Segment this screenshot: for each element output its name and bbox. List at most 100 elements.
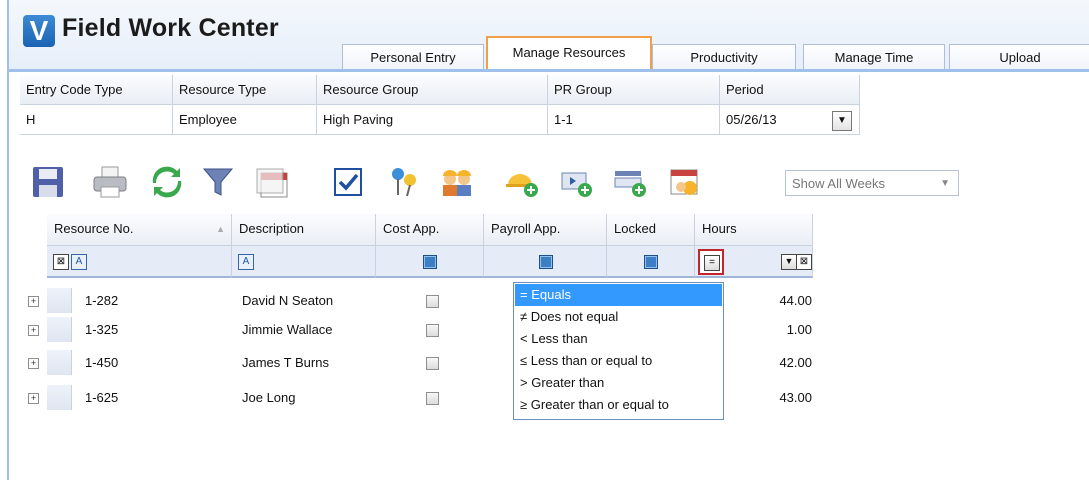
filter-clear-icon[interactable]: ⊠	[53, 254, 69, 270]
filter-cell-description[interactable]: A	[232, 246, 376, 278]
app-logo: V	[23, 15, 55, 47]
resource-type-field[interactable]: Employee	[173, 105, 317, 135]
operator-label: Less than	[531, 331, 588, 346]
description-cell: Joe Long	[242, 390, 296, 405]
filter-panel: Entry Code Type Resource Type Resource G…	[20, 75, 860, 137]
text-filter-icon[interactable]: A	[238, 254, 254, 270]
operator-symbol: ≠	[520, 309, 528, 324]
left-border	[7, 0, 9, 480]
save-icon[interactable]	[28, 160, 68, 204]
filter-cell-locked[interactable]	[607, 246, 695, 278]
expand-row-icon[interactable]: +	[28, 296, 39, 307]
filter-cell-resource-no[interactable]: ⊠ A	[47, 246, 232, 278]
column-header-resource-no[interactable]: Resource No. ▲	[47, 214, 232, 246]
tab-manage-time[interactable]: Manage Time	[803, 44, 945, 71]
resource-no-cell: 1-325	[85, 322, 119, 337]
checkbox-icon[interactable]	[328, 160, 368, 204]
refresh-icon[interactable]	[147, 160, 187, 204]
operator-label: Greater than or equal to	[530, 397, 669, 412]
filter-header-pr-group: PR Group	[548, 75, 720, 105]
operator-label: Equals	[531, 287, 571, 302]
schedule-icon[interactable]	[665, 160, 705, 204]
text-filter-icon[interactable]: A	[71, 254, 87, 270]
filter-header-period: Period	[720, 75, 860, 105]
hours-operator-button[interactable]: =	[698, 249, 724, 275]
pin-icon[interactable]	[384, 160, 424, 204]
expand-row-icon[interactable]: +	[28, 358, 39, 369]
tab-upload[interactable]: Upload	[949, 44, 1089, 71]
column-header-hours[interactable]: Hours	[695, 214, 813, 246]
show-weeks-label: Show All Weeks	[792, 176, 885, 191]
filter-checkbox[interactable]	[539, 255, 553, 269]
equals-icon: =	[704, 255, 720, 271]
app-window: V Field Work Center Personal Entry Manag…	[0, 0, 1089, 480]
row-selector[interactable]	[47, 288, 72, 313]
filter-clear-icon[interactable]: ⊠	[796, 254, 812, 270]
add-row-icon[interactable]	[610, 160, 650, 204]
tab-underline	[9, 69, 1089, 72]
description-cell: David N Seaton	[242, 293, 334, 308]
cost-app-checkbox[interactable]	[426, 392, 439, 405]
column-label: Resource No.	[54, 221, 134, 236]
add-column-icon[interactable]	[557, 160, 597, 204]
app-title: Field Work Center	[62, 14, 279, 42]
row-selector[interactable]	[47, 350, 72, 375]
pr-group-field[interactable]: 1-1	[548, 105, 720, 135]
cost-app-checkbox[interactable]	[426, 324, 439, 337]
cost-app-checkbox[interactable]	[426, 357, 439, 370]
resource-no-cell: 1-450	[85, 355, 119, 370]
calendar-icon[interactable]	[252, 160, 292, 204]
filter-icon[interactable]	[198, 160, 238, 204]
operator-label: Less than or equal to	[530, 353, 653, 368]
show-weeks-select[interactable]: Show All Weeks ▼	[785, 170, 959, 196]
entry-code-type-field[interactable]: H	[20, 105, 173, 135]
filter-cell-cost-app[interactable]	[376, 246, 484, 278]
operator-greater-or-equal[interactable]: ≥ Greater than or equal to	[515, 394, 722, 416]
operator-label: Does not equal	[530, 309, 619, 324]
hours-cell: 44.00	[779, 293, 812, 308]
tab-personal-entry[interactable]: Personal Entry	[342, 44, 484, 71]
expand-row-icon[interactable]: +	[28, 393, 39, 404]
operator-dropdown: = Equals ≠ Does not equal < Less than ≤ …	[513, 282, 724, 420]
operator-symbol: ≤	[520, 353, 528, 368]
hours-cell: 1.00	[786, 322, 812, 337]
add-worker-icon[interactable]	[503, 160, 543, 204]
chevron-down-icon: ▼	[940, 178, 950, 189]
column-header-description[interactable]: Description	[232, 214, 376, 246]
print-icon[interactable]	[90, 160, 130, 204]
operator-less-than[interactable]: < Less than	[515, 328, 722, 350]
row-selector[interactable]	[47, 317, 72, 342]
filter-dropdown-icon[interactable]: ▼	[781, 254, 797, 270]
operator-greater-than[interactable]: > Greater than	[515, 372, 722, 394]
filter-header-entry-code-type: Entry Code Type	[20, 75, 173, 105]
period-dropdown-button[interactable]: ▼	[832, 111, 852, 131]
row-selector[interactable]	[47, 385, 72, 410]
column-header-cost-app[interactable]: Cost App.	[376, 214, 484, 246]
resource-group-field[interactable]: High Paving	[317, 105, 548, 135]
operator-not-equal[interactable]: ≠ Does not equal	[515, 306, 722, 328]
resource-no-cell: 1-282	[85, 293, 119, 308]
operator-symbol: =	[520, 287, 528, 302]
operator-symbol: <	[520, 331, 528, 346]
column-header-locked[interactable]: Locked	[607, 214, 695, 246]
cost-app-checkbox[interactable]	[426, 295, 439, 308]
filter-checkbox[interactable]	[423, 255, 437, 269]
expand-row-icon[interactable]: +	[28, 325, 39, 336]
description-cell: Jimmie Wallace	[242, 322, 333, 337]
filter-cell-payroll-app[interactable]	[484, 246, 607, 278]
resource-no-cell: 1-625	[85, 390, 119, 405]
tab-manage-resources[interactable]: Manage Resources	[486, 36, 652, 72]
hours-cell: 42.00	[779, 355, 812, 370]
operator-equals[interactable]: = Equals	[515, 284, 722, 306]
filter-header-resource-type: Resource Type	[173, 75, 317, 105]
workers-icon[interactable]	[437, 160, 477, 204]
sort-asc-icon: ▲	[216, 224, 225, 234]
filter-checkbox[interactable]	[644, 255, 658, 269]
tab-productivity[interactable]: Productivity	[652, 44, 796, 71]
description-cell: James T Burns	[242, 355, 329, 370]
hours-cell: 43.00	[779, 390, 812, 405]
operator-label: Greater than	[531, 375, 605, 390]
column-header-payroll-app[interactable]: Payroll App.	[484, 214, 607, 246]
operator-less-or-equal[interactable]: ≤ Less than or equal to	[515, 350, 722, 372]
operator-symbol: ≥	[520, 397, 528, 412]
